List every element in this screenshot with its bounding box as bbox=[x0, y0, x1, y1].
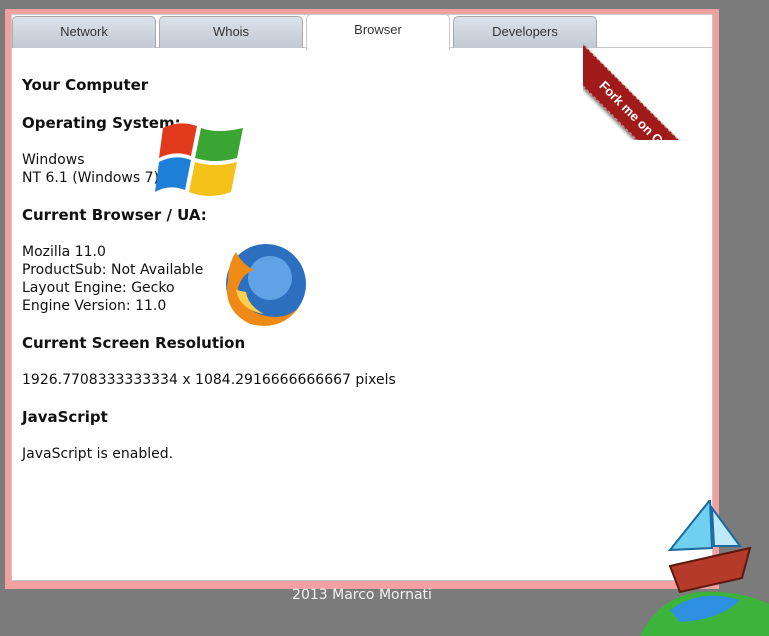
github-ribbon-wrap: Fork me on GitHub bbox=[583, 0, 733, 140]
screen-resolution-value: 1926.7708333333334 x 1084.2916666666667 … bbox=[22, 372, 396, 388]
os-name: Windows bbox=[22, 152, 85, 168]
windows-logo-icon bbox=[155, 123, 243, 196]
fork-github-ribbon[interactable]: Fork me on GitHub bbox=[583, 40, 728, 140]
javascript-status: JavaScript is enabled. bbox=[22, 446, 174, 462]
browser-layout-engine: Layout Engine: Gecko bbox=[22, 280, 175, 296]
browser-productsub: ProductSub: Not Available bbox=[22, 262, 204, 278]
sailboat-icon bbox=[640, 500, 769, 636]
screen-resolution-heading: Current Screen Resolution bbox=[22, 334, 246, 352]
javascript-heading: JavaScript bbox=[22, 408, 108, 426]
tab-developers[interactable]: Developers bbox=[453, 16, 597, 48]
browser-engine-version: Engine Version: 11.0 bbox=[22, 298, 167, 314]
firefox-logo-icon bbox=[226, 244, 306, 326]
tab-browser[interactable]: Browser bbox=[306, 14, 450, 50]
browser-heading: Current Browser / UA: bbox=[22, 206, 207, 224]
os-version: NT 6.1 (Windows 7) bbox=[22, 170, 159, 186]
tab-whois[interactable]: Whois bbox=[159, 16, 303, 48]
tab-network[interactable]: Network bbox=[12, 16, 156, 48]
footer-text: 2013 Marco Mornati bbox=[292, 587, 432, 603]
browser-name: Mozilla 11.0 bbox=[22, 244, 106, 260]
